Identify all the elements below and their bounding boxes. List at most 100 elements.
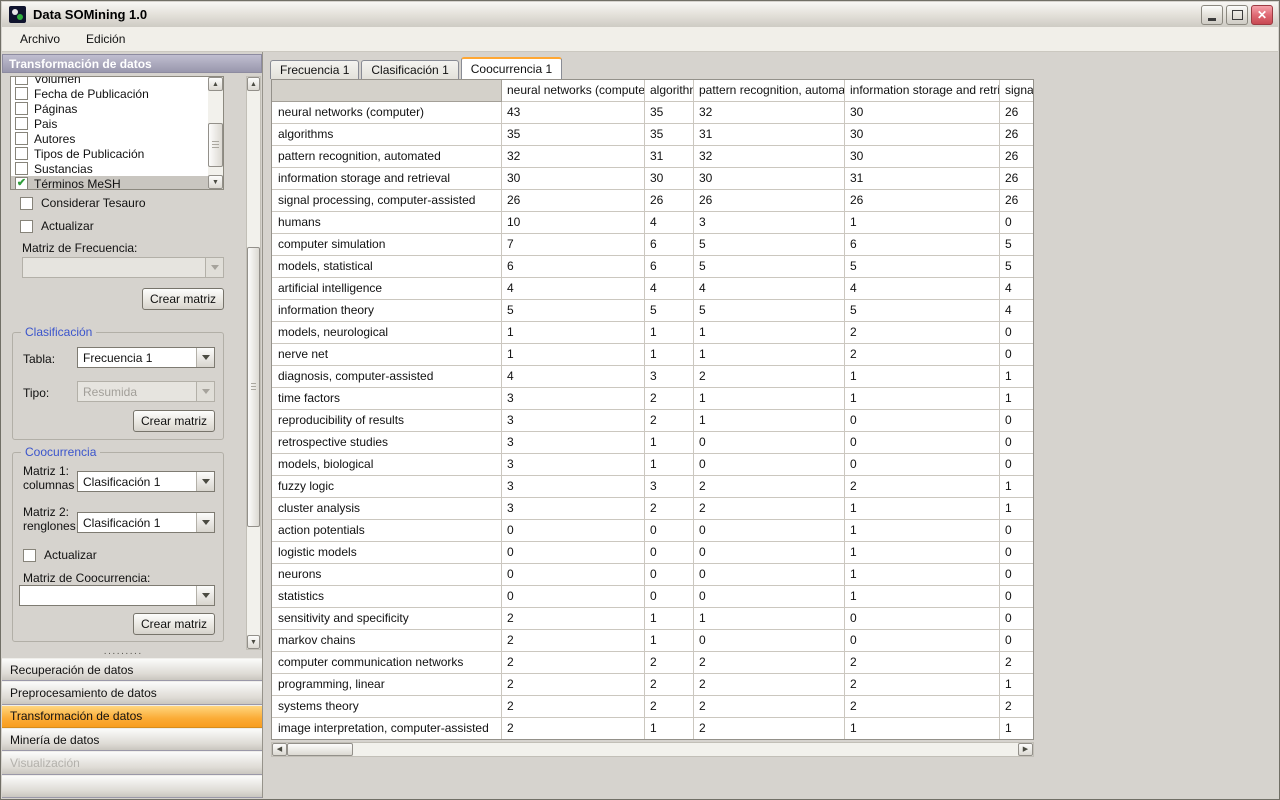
value-cell[interactable]: 0 <box>1000 212 1034 234</box>
row-label-cell[interactable]: models, biological <box>272 454 502 476</box>
scroll-down-icon[interactable]: ▼ <box>247 635 260 649</box>
value-cell[interactable]: 2 <box>645 652 694 674</box>
sidebar-scrollbar[interactable]: ▲ ▼ <box>246 76 261 650</box>
checkbox-icon[interactable] <box>15 147 28 160</box>
value-cell[interactable]: 2 <box>694 498 845 520</box>
value-cell[interactable]: 1 <box>845 718 1000 740</box>
value-cell[interactable]: 2 <box>845 652 1000 674</box>
value-cell[interactable]: 0 <box>1000 630 1034 652</box>
tab-clasificacion-1[interactable]: Clasificación 1 <box>361 60 458 79</box>
value-cell[interactable]: 2 <box>694 366 845 388</box>
value-cell[interactable]: 1 <box>645 454 694 476</box>
value-cell[interactable]: 2 <box>694 652 845 674</box>
value-cell[interactable]: 2 <box>502 608 645 630</box>
value-cell[interactable]: 0 <box>845 454 1000 476</box>
value-cell[interactable]: 4 <box>502 366 645 388</box>
value-cell[interactable]: 0 <box>1000 410 1034 432</box>
value-cell[interactable]: 0 <box>694 630 845 652</box>
value-cell[interactable]: 0 <box>645 520 694 542</box>
value-cell[interactable]: 1 <box>694 388 845 410</box>
value-cell[interactable]: 2 <box>645 388 694 410</box>
value-cell[interactable]: 1 <box>845 520 1000 542</box>
value-cell[interactable]: 3 <box>694 212 845 234</box>
row-label-cell[interactable]: information theory <box>272 300 502 322</box>
row-label-cell[interactable]: logistic models <box>272 542 502 564</box>
value-cell[interactable]: 0 <box>645 564 694 586</box>
row-label-cell[interactable]: computer communication networks <box>272 652 502 674</box>
value-cell[interactable]: 26 <box>1000 168 1034 190</box>
tab-frecuencia-1[interactable]: Frecuencia 1 <box>270 60 359 79</box>
value-cell[interactable]: 3 <box>502 388 645 410</box>
row-label-cell[interactable]: reproducibility of results <box>272 410 502 432</box>
value-cell[interactable]: 4 <box>694 278 845 300</box>
value-cell[interactable]: 2 <box>694 674 845 696</box>
close-button[interactable]: ✕ <box>1251 5 1273 25</box>
value-cell[interactable]: 2 <box>845 476 1000 498</box>
value-cell[interactable]: 2 <box>845 344 1000 366</box>
value-cell[interactable]: 3 <box>502 498 645 520</box>
value-cell[interactable]: 31 <box>845 168 1000 190</box>
scrollbar-thumb[interactable] <box>287 743 353 756</box>
value-cell[interactable]: 5 <box>645 300 694 322</box>
checkbox-icon[interactable] <box>15 76 28 85</box>
value-cell[interactable]: 1 <box>845 388 1000 410</box>
row-label-cell[interactable]: computer simulation <box>272 234 502 256</box>
checkbox-icon[interactable] <box>15 117 28 130</box>
value-cell[interactable]: 5 <box>694 300 845 322</box>
row-label-cell[interactable]: sensitivity and specificity <box>272 608 502 630</box>
value-cell[interactable]: 0 <box>694 454 845 476</box>
value-cell[interactable]: 1 <box>845 564 1000 586</box>
value-cell[interactable]: 31 <box>694 124 845 146</box>
row-label-cell[interactable]: artificial intelligence <box>272 278 502 300</box>
value-cell[interactable]: 4 <box>1000 300 1034 322</box>
row-label-cell[interactable]: statistics <box>272 586 502 608</box>
value-cell[interactable]: 1 <box>845 366 1000 388</box>
checkbox-icon[interactable] <box>15 162 28 175</box>
value-cell[interactable]: 0 <box>1000 586 1034 608</box>
value-cell[interactable]: 2 <box>694 476 845 498</box>
menu-archivo[interactable]: Archivo <box>16 30 64 48</box>
scrollbar-thumb[interactable] <box>208 123 223 167</box>
scroll-up-icon[interactable]: ▲ <box>247 77 260 91</box>
value-cell[interactable]: 4 <box>502 278 645 300</box>
accordion-transformacion-de-datos[interactable]: Transformación de datos <box>2 705 262 728</box>
value-cell[interactable]: 5 <box>1000 256 1034 278</box>
value-cell[interactable]: 2 <box>502 652 645 674</box>
value-cell[interactable]: 26 <box>1000 102 1034 124</box>
dropdown-arrow-icon[interactable] <box>196 586 214 605</box>
value-cell[interactable]: 30 <box>845 124 1000 146</box>
considerar-tesauro-checkbox[interactable]: Considerar Tesauro <box>20 196 146 210</box>
value-cell[interactable]: 2 <box>1000 696 1034 718</box>
value-cell[interactable]: 35 <box>502 124 645 146</box>
dropdown-arrow-icon[interactable] <box>196 472 214 491</box>
value-cell[interactable]: 0 <box>845 432 1000 454</box>
value-cell[interactable]: 2 <box>1000 652 1034 674</box>
value-cell[interactable]: 26 <box>1000 124 1034 146</box>
value-cell[interactable]: 0 <box>502 564 645 586</box>
row-label-cell[interactable]: algorithms <box>272 124 502 146</box>
value-cell[interactable]: 1 <box>845 212 1000 234</box>
checkbox-icon[interactable] <box>20 220 33 233</box>
value-cell[interactable]: 0 <box>502 520 645 542</box>
value-cell[interactable]: 1 <box>845 586 1000 608</box>
row-label-cell[interactable]: nerve net <box>272 344 502 366</box>
value-cell[interactable]: 30 <box>502 168 645 190</box>
crear-matriz-clasificacion-button[interactable]: Crear matriz <box>133 410 215 432</box>
value-cell[interactable]: 30 <box>845 146 1000 168</box>
value-cell[interactable]: 26 <box>1000 146 1034 168</box>
value-cell[interactable]: 6 <box>645 234 694 256</box>
accordion-mineria-de-datos[interactable]: Minería de datos <box>2 728 262 751</box>
value-cell[interactable]: 1 <box>645 432 694 454</box>
column-header-neural-networks-computer[interactable]: neural networks (computer) <box>502 80 645 102</box>
value-cell[interactable]: 1 <box>694 344 845 366</box>
field-item-paginas[interactable]: Páginas <box>11 101 208 116</box>
column-header-information-storage-and-retrieval[interactable]: information storage and retrieval <box>845 80 1000 102</box>
scroll-right-icon[interactable]: ▶ <box>1018 743 1033 756</box>
checkbox-icon[interactable] <box>15 102 28 115</box>
value-cell[interactable]: 6 <box>845 234 1000 256</box>
value-cell[interactable]: 31 <box>645 146 694 168</box>
matriz2-select[interactable]: Clasificación 1 <box>77 512 215 533</box>
row-label-cell[interactable]: image interpretation, computer-assisted <box>272 718 502 740</box>
row-label-cell[interactable]: retrospective studies <box>272 432 502 454</box>
value-cell[interactable]: 0 <box>845 608 1000 630</box>
